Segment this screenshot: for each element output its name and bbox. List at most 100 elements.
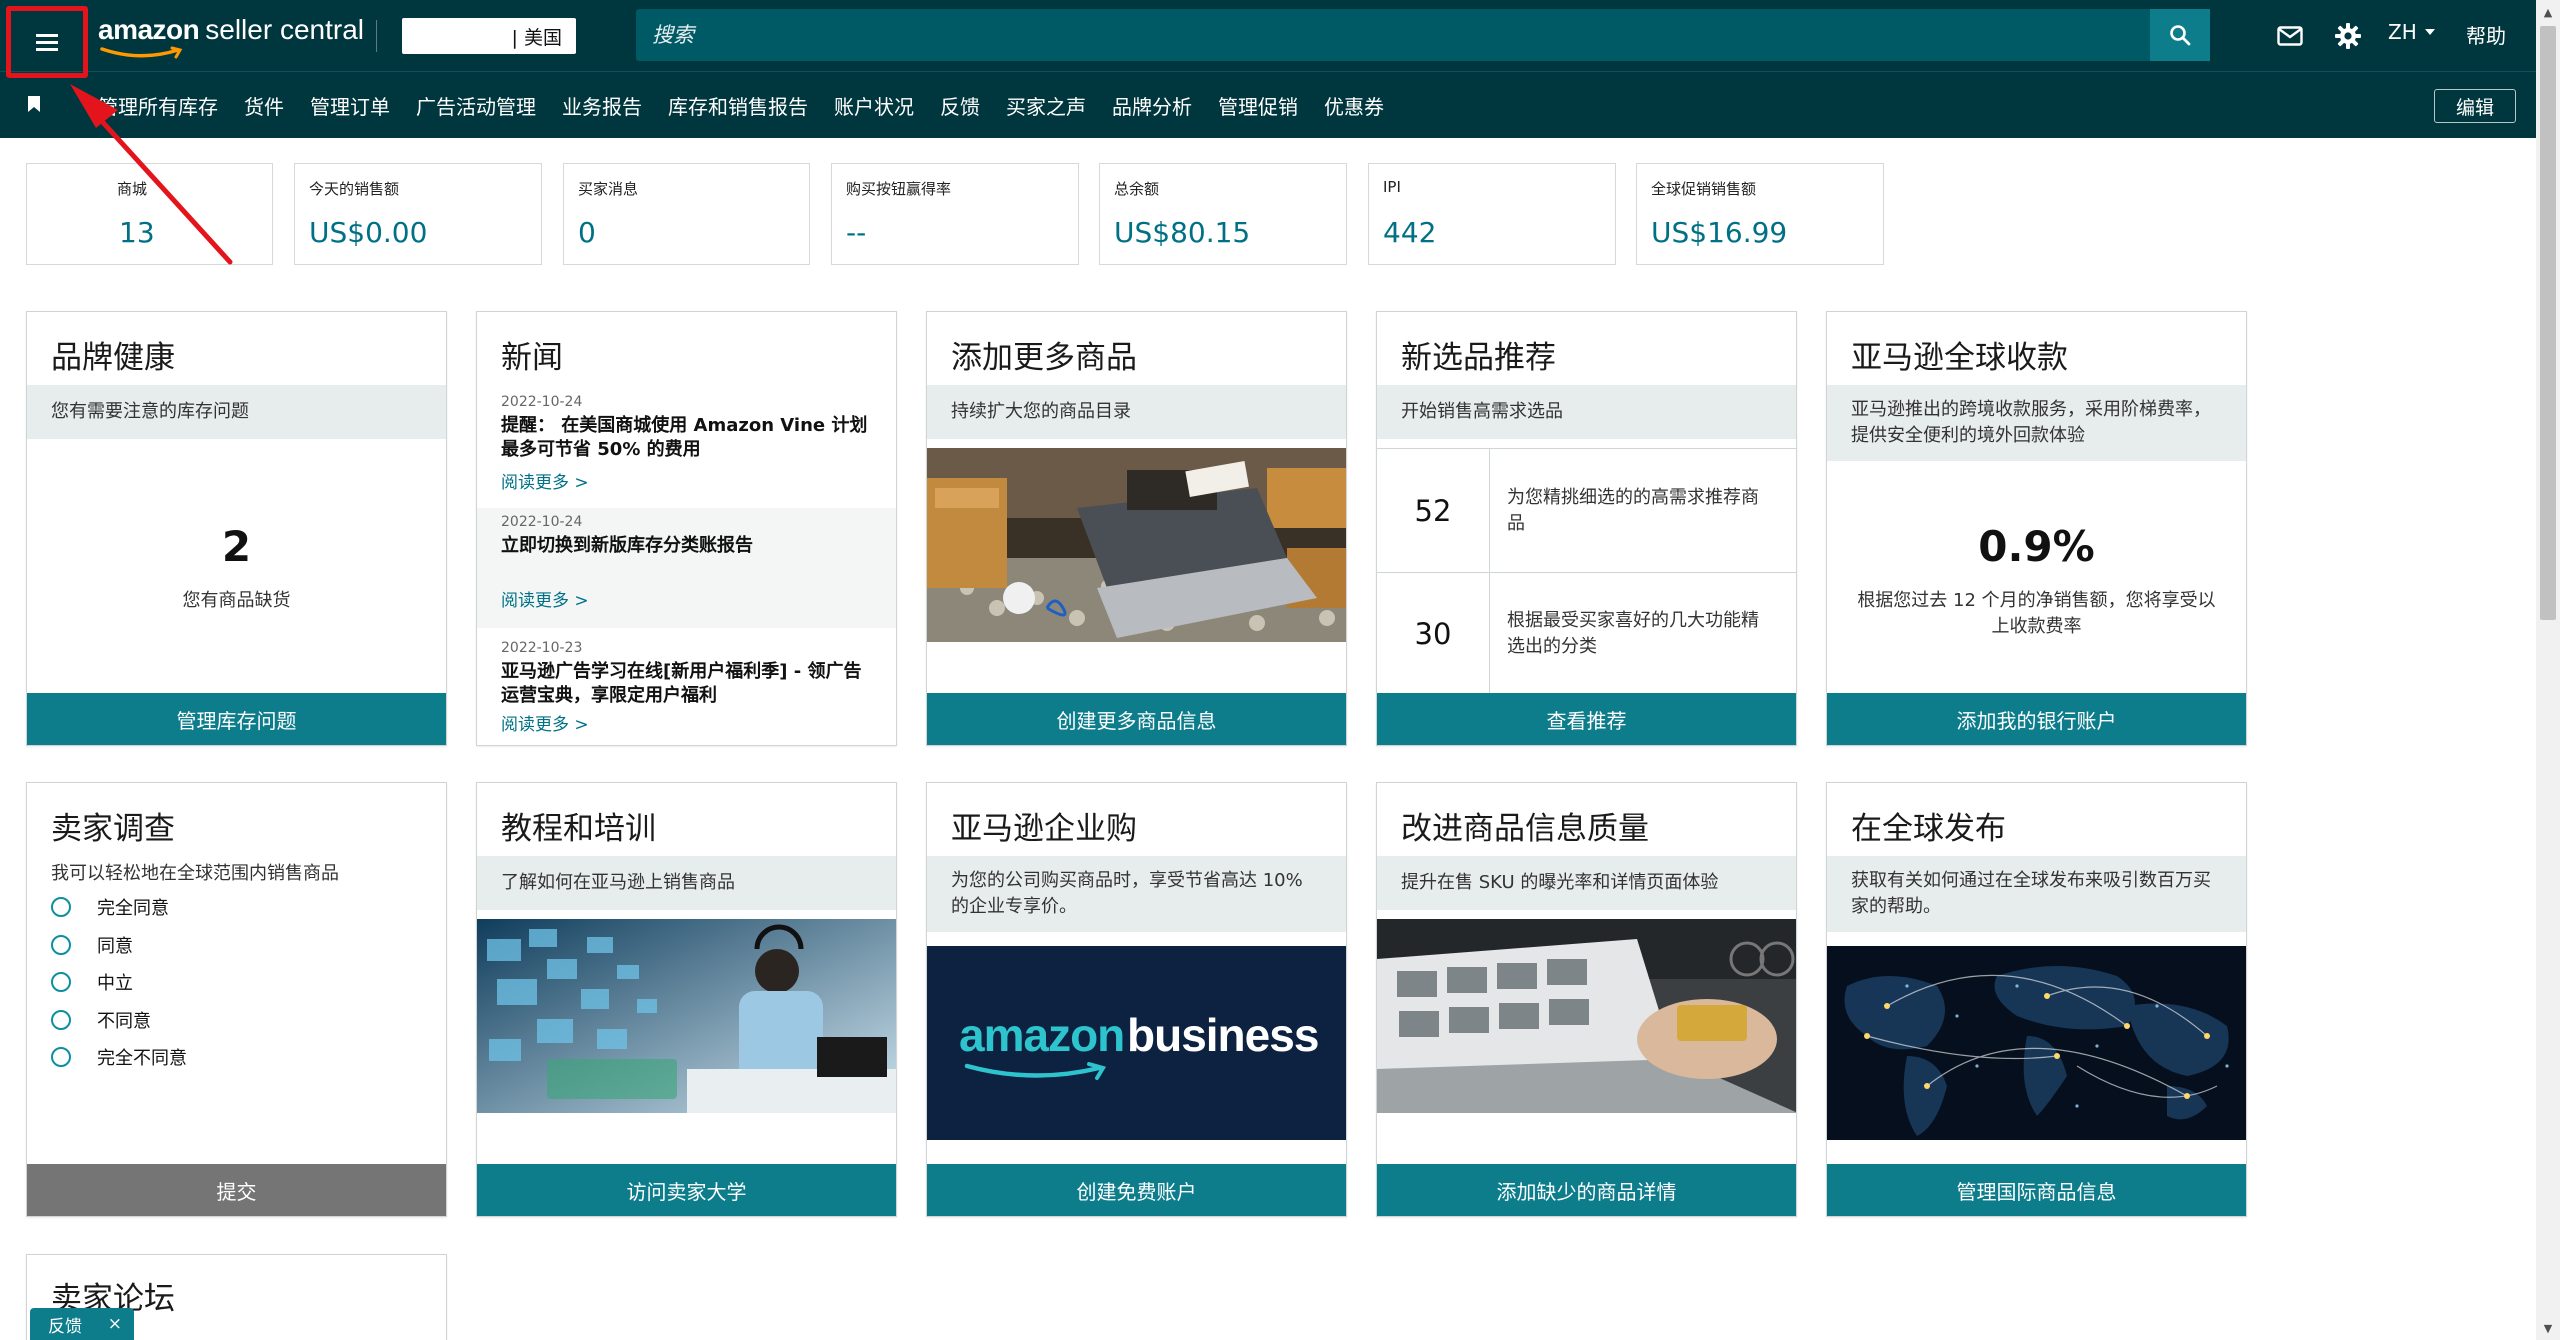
hamburger-menu-button[interactable] — [6, 6, 88, 78]
recommendation-row[interactable]: 30 根据最受买家喜好的几大功能精选出的分类 — [1377, 572, 1796, 695]
nav-item[interactable]: 货件 — [244, 91, 284, 120]
online-learning-image — [477, 919, 896, 1113]
survey-option-neutral[interactable]: 中立 — [51, 969, 133, 995]
add-bank-account-button[interactable]: 添加我的银行账户 — [1827, 693, 2246, 745]
metric-label: 总余额 — [1114, 180, 1160, 198]
read-more-link[interactable]: 阅读更多 > — [501, 586, 872, 611]
search-box — [636, 9, 2150, 61]
metric-label: IPI — [1383, 178, 1401, 196]
edit-nav-button[interactable]: 编辑 — [2434, 89, 2516, 123]
scroll-up-icon[interactable]: ▲ — [2536, 0, 2560, 24]
search-icon — [2170, 25, 2191, 46]
recommendation-row[interactable]: 52 为您精挑细选的的高需求推荐商品 — [1377, 448, 1796, 572]
survey-option-agree[interactable]: 同意 — [51, 932, 133, 958]
metric-value: 442 — [1383, 216, 1437, 249]
survey-option-strongly-agree[interactable]: 完全同意 — [51, 894, 169, 920]
visit-seller-university-button[interactable]: 访问卖家大学 — [477, 1164, 896, 1216]
nav-item[interactable]: 广告活动管理 — [416, 91, 536, 120]
news-date: 2022-10-24 — [501, 394, 583, 410]
metric-card-marketplaces[interactable]: 商城 13 — [26, 163, 273, 265]
messages-button[interactable] — [2274, 20, 2306, 52]
close-icon[interactable]: × — [108, 1314, 122, 1334]
card-caption: 根据您过去 12 个月的净销售额，您将享受以上收款费率 — [1857, 590, 2216, 637]
metric-card-global-promo-sales[interactable]: 全球促销销售额 US$16.99 — [1636, 163, 1884, 265]
laptop-shopping-image — [1377, 919, 1796, 1113]
card-title: 亚马逊全球收款 — [1851, 340, 2068, 376]
page-scrollbar[interactable]: ▲ ▼ — [2536, 0, 2560, 1340]
recommendation-count: 52 — [1377, 449, 1490, 572]
survey-option-disagree[interactable]: 不同意 — [51, 1007, 151, 1033]
create-free-account-button[interactable]: 创建免费账户 — [927, 1164, 1346, 1216]
card-product-recommendations: 新选品推荐 开始销售高需求选品 52 为您精挑细选的的高需求推荐商品 30 根据… — [1376, 311, 1797, 746]
card-caption: 您有商品缺货 — [182, 590, 291, 611]
scroll-down-icon[interactable]: ▼ — [2536, 1316, 2560, 1340]
metric-card-ipi[interactable]: IPI 442 — [1368, 163, 1616, 265]
amazon-seller-central-logo[interactable]: amazon seller central — [98, 14, 364, 59]
radio-button[interactable] — [51, 1047, 71, 1067]
bookmark-icon[interactable] — [28, 96, 40, 112]
metric-card-buyer-messages[interactable]: 买家消息 0 — [563, 163, 810, 265]
language-label: ZH — [2388, 20, 2417, 44]
out-of-stock-count[interactable]: 2 — [27, 522, 446, 571]
create-listings-button[interactable]: 创建更多商品信息 — [927, 693, 1346, 745]
scrollbar-thumb[interactable] — [2540, 26, 2556, 620]
card-title: 在全球发布 — [1851, 811, 2006, 847]
nav-links: 管理所有库存 货件 管理订单 广告活动管理 业务报告 库存和销售报告 账户状况 反馈 买家之声品… — [98, 72, 1410, 139]
read-more-link[interactable]: 阅读更多 > — [501, 710, 872, 735]
settings-button[interactable] — [2332, 20, 2364, 52]
news-item: 2022-10-23 亚马逊广告学习在线[新用户福利季] - 领广告运营宝典，享… — [477, 636, 896, 745]
marketplace-selector[interactable]: | 美国 — [402, 18, 576, 54]
logo-suffix: seller central — [205, 14, 364, 45]
metric-value: US$16.99 — [1651, 216, 1788, 249]
search-button[interactable] — [2150, 9, 2210, 61]
metric-label: 购买按钮赢得率 — [846, 180, 952, 198]
news-headline[interactable]: 亚马逊广告学习在线[新用户福利季] - 领广告运营宝典，享限定用户福利 — [501, 660, 872, 708]
metric-label: 商城 — [117, 180, 148, 198]
card-title: 新选品推荐 — [1401, 340, 1556, 376]
option-label: 中立 — [97, 973, 133, 994]
nav-item[interactable]: 品牌分析 — [1112, 91, 1192, 120]
news-item: 2022-10-24 立即切换到新版库存分类账报告 阅读更多 > — [477, 508, 896, 628]
nav-item[interactable]: 账户状况 — [834, 91, 914, 120]
help-link[interactable]: 帮助 — [2466, 20, 2506, 49]
submit-survey-button[interactable]: 提交 — [27, 1164, 446, 1216]
navigation-bar: 管理所有库存 货件 管理订单 广告活动管理 业务报告 库存和销售报告 账户状况 反馈 买家之声品… — [0, 71, 2536, 138]
read-more-link[interactable]: 阅读更多 > — [501, 468, 872, 493]
nav-item[interactable]: 管理所有库存 — [98, 91, 218, 120]
logo-word: amazon — [98, 14, 200, 45]
card-subtitle: 您有需要注意的库存问题 — [27, 385, 446, 439]
nav-item[interactable]: 管理促销 — [1218, 91, 1298, 120]
metric-card-buy-box[interactable]: 购买按钮赢得率 -- — [831, 163, 1079, 265]
card-amazon-business: 亚马逊企业购 为您的公司购买商品时，享受节省高达 10% 的企业专享价。 ama… — [926, 782, 1347, 1217]
card-subtitle: 持续扩大您的商品目录 — [927, 385, 1346, 439]
news-headline[interactable]: 提醒： 在美国商城使用 Amazon Vine 计划最多可节省 50% 的费用 — [501, 414, 872, 462]
card-publish-globally: 在全球发布 获取有关如何通过在全球发布来吸引数百万买家的帮助。 管理国际商品信息 — [1826, 782, 2247, 1217]
metric-label: 全球促销销售额 — [1651, 180, 1757, 198]
radio-button[interactable] — [51, 972, 71, 992]
nav-item[interactable]: 优惠券 — [1324, 91, 1384, 120]
metric-card-total-balance[interactable]: 总余额 US$80.15 — [1099, 163, 1347, 265]
manage-international-listings-button[interactable]: 管理国际商品信息 — [1827, 1164, 2246, 1216]
search-input[interactable] — [636, 9, 2150, 61]
header-divider — [376, 20, 377, 52]
nav-item[interactable]: 业务报告 — [562, 91, 642, 120]
card-seller-survey: 卖家调查 我可以轻松地在全球范围内销售商品 完全同意 同意 中立 不同意 完全不… — [26, 782, 447, 1217]
radio-button[interactable] — [51, 1010, 71, 1030]
nav-item[interactable]: 买家之声 — [1006, 91, 1086, 120]
nav-item[interactable]: 管理订单 — [310, 91, 390, 120]
view-recommendations-button[interactable]: 查看推荐 — [1377, 693, 1796, 745]
metric-card-sales-today[interactable]: 今天的销售额 US$0.00 — [294, 163, 542, 265]
feedback-tab[interactable]: 反馈 × — [30, 1308, 134, 1340]
radio-button[interactable] — [51, 897, 71, 917]
news-item: 2022-10-24 提醒： 在美国商城使用 Amazon Vine 计划最多可… — [477, 394, 896, 514]
add-missing-details-button[interactable]: 添加缺少的商品详情 — [1377, 1164, 1796, 1216]
news-headline[interactable]: 立即切换到新版库存分类账报告 — [501, 534, 872, 558]
radio-button[interactable] — [51, 935, 71, 955]
manage-inventory-issues-button[interactable]: 管理库存问题 — [27, 693, 446, 745]
card-subtitle: 为您的公司购买商品时，享受节省高达 10% 的企业专享价。 — [927, 856, 1346, 932]
survey-option-strongly-disagree[interactable]: 完全不同意 — [51, 1044, 187, 1070]
nav-item[interactable]: 反馈 — [940, 91, 980, 120]
language-selector[interactable]: ZH — [2388, 20, 2435, 44]
nav-item[interactable]: 库存和销售报告 — [668, 91, 808, 120]
card-title: 新闻 — [501, 340, 563, 376]
